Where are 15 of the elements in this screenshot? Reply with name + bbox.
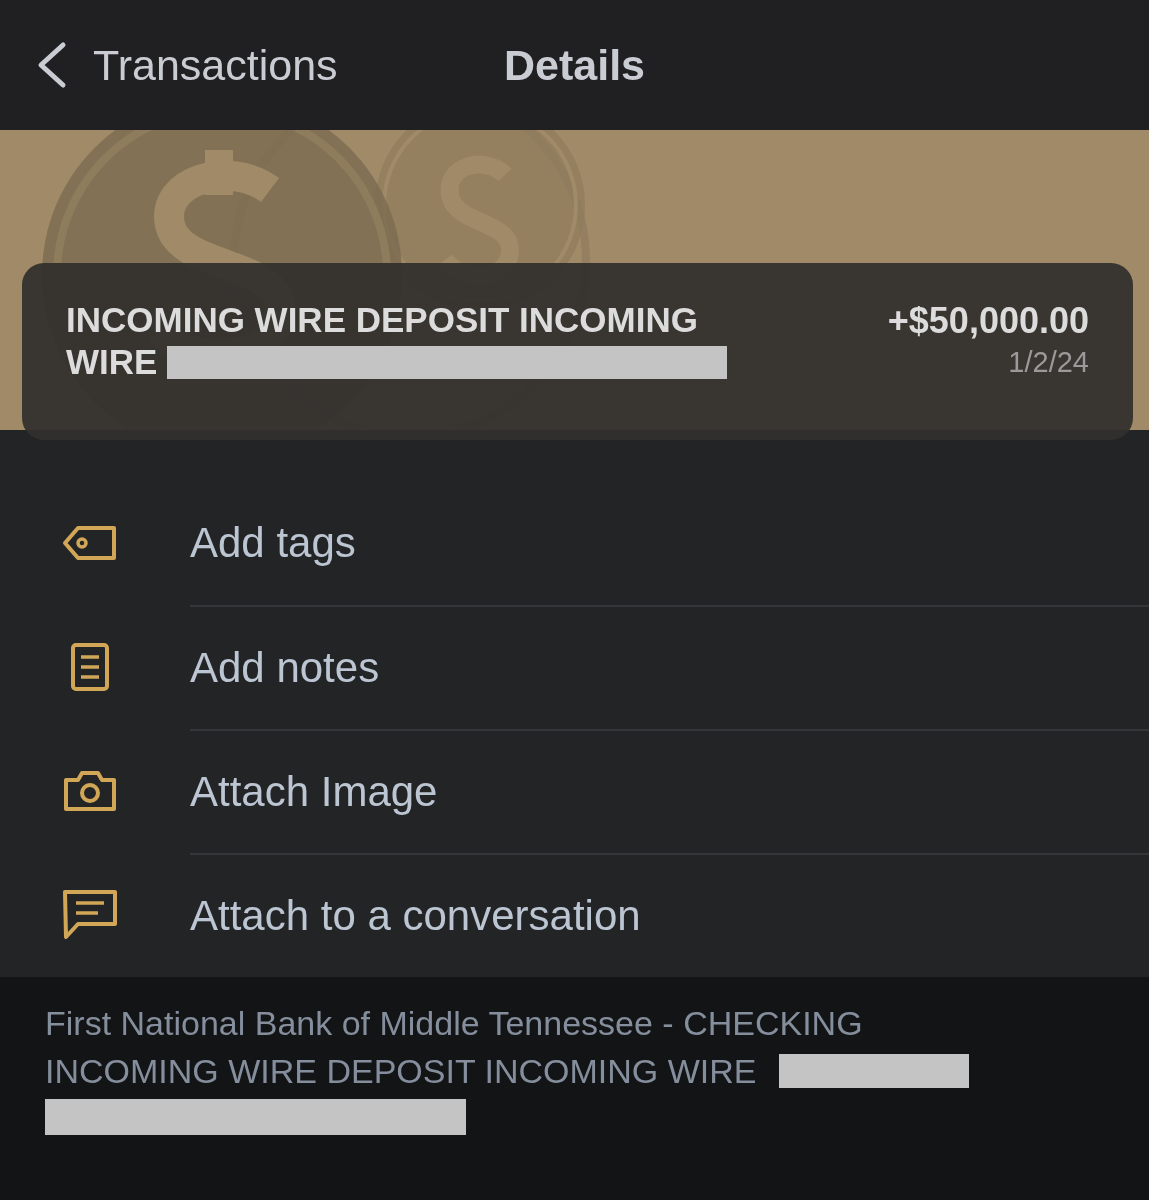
tag-icon bbox=[62, 525, 118, 561]
camera-icon bbox=[63, 770, 117, 812]
action-item[interactable]: Attach Image bbox=[0, 729, 1149, 853]
transaction-memo: INCOMING WIRE DEPOSIT INCOMING WIRE bbox=[45, 1051, 757, 1092]
account-name: First National Bank of Middle Tennessee - CHECKING bbox=[45, 1003, 864, 1044]
action-item[interactable]: Add tags bbox=[0, 481, 1149, 605]
notes-icon bbox=[70, 642, 110, 692]
transaction-description: INCOMING WIRE DEPOSIT INCOMING bbox=[66, 299, 699, 341]
action-item[interactable]: Add notes bbox=[0, 605, 1149, 729]
screen-title: Details bbox=[504, 40, 645, 90]
transaction-description: WIRE bbox=[66, 341, 158, 383]
chat-icon bbox=[62, 889, 118, 941]
transaction-date: 1/2/24 bbox=[1008, 345, 1089, 380]
back-button[interactable]: Transactions bbox=[35, 40, 338, 90]
transaction-amount: +$50,000.00 bbox=[887, 299, 1089, 343]
